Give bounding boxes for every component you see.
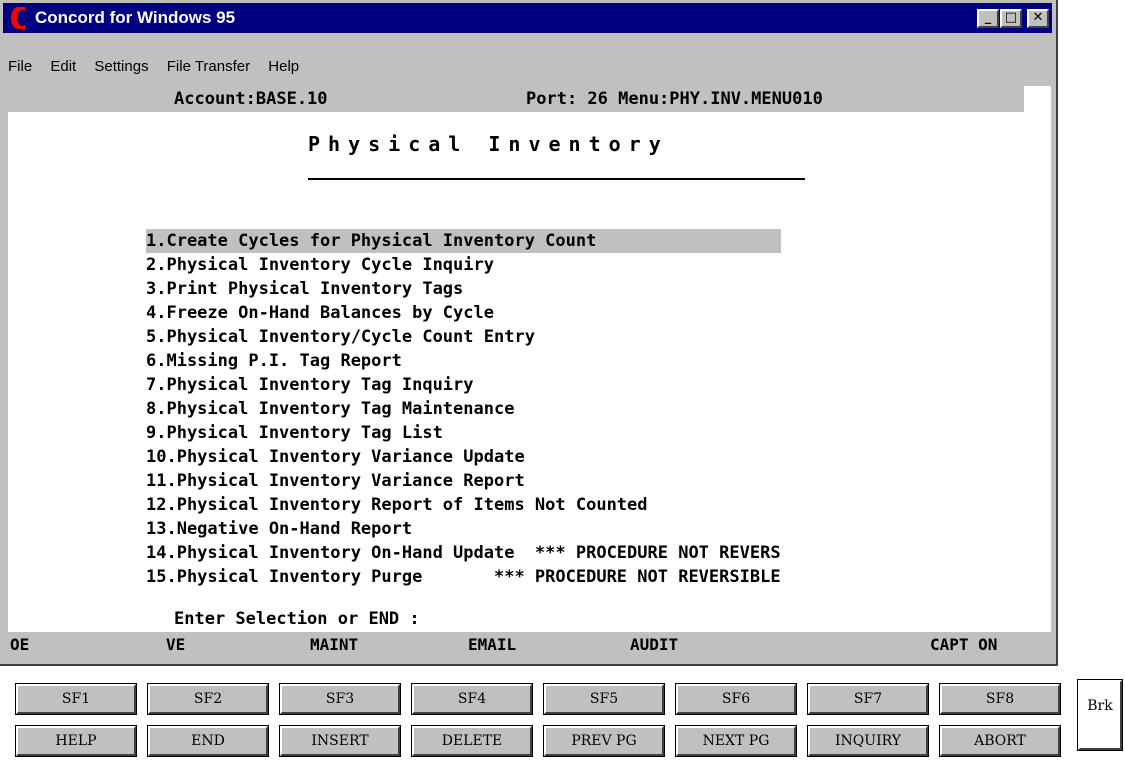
softkey-delete[interactable]: DELETE xyxy=(411,725,533,757)
menu-option-8[interactable]: 8.Physical Inventory Tag Maintenance xyxy=(146,397,781,421)
menu-option-3[interactable]: 3.Print Physical Inventory Tags xyxy=(146,277,781,301)
selection-prompt[interactable]: Enter Selection or END : xyxy=(174,609,420,629)
menu-edit[interactable]: Edit xyxy=(50,58,76,75)
fkey-ve[interactable]: VE xyxy=(166,635,185,654)
softkey-sf2[interactable]: SF2 xyxy=(147,683,269,715)
fkey-email[interactable]: EMAIL xyxy=(468,635,516,654)
softkey-sf7[interactable]: SF7 xyxy=(807,683,929,715)
menu-option-13[interactable]: 13.Negative On-Hand Report xyxy=(146,517,781,541)
maximize-button[interactable]: □ xyxy=(1000,9,1022,28)
menu-bar: File Edit Settings File Transfer Help xyxy=(8,58,313,80)
menu-option-10[interactable]: 10.Physical Inventory Variance Update xyxy=(146,445,781,469)
softkey-help[interactable]: HELP xyxy=(15,725,137,757)
port-menu-label: Port: 26 Menu:PHY.INV.MENU010 xyxy=(526,89,823,109)
menu-option-4[interactable]: 4.Freeze On-Hand Balances by Cycle xyxy=(146,301,781,325)
softkey-sf8[interactable]: SF8 xyxy=(939,683,1061,715)
softkey-sf5[interactable]: SF5 xyxy=(543,683,665,715)
app-icon[interactable] xyxy=(11,7,27,29)
function-key-bar: OE VE MAINT EMAIL AUDIT CAPT ON xyxy=(8,632,1024,658)
fkey-audit[interactable]: AUDIT xyxy=(630,635,678,654)
minimize-button[interactable]: _ xyxy=(977,9,999,28)
menu-list: 1.Create Cycles for Physical Inventory C… xyxy=(146,229,781,589)
softkey-abort[interactable]: ABORT xyxy=(939,725,1061,757)
fkey-capt-on[interactable]: CAPT ON xyxy=(930,635,997,654)
window-title: Concord for Windows 95 xyxy=(35,8,236,27)
title-underline xyxy=(308,178,805,180)
menu-file[interactable]: File xyxy=(8,58,32,75)
menu-option-7[interactable]: 7.Physical Inventory Tag Inquiry xyxy=(146,373,781,397)
close-button[interactable]: ✕ xyxy=(1027,9,1049,28)
softkey-prev-page[interactable]: PREV PG xyxy=(543,725,665,757)
softkey-inquiry[interactable]: INQUIRY xyxy=(807,725,929,757)
application-window: Concord for Windows 95 _ □ ✕ File Edit S… xyxy=(0,0,1058,666)
menu-option-12[interactable]: 12.Physical Inventory Report of Items No… xyxy=(146,493,781,517)
menu-option-14[interactable]: 14.Physical Inventory On-Hand Update ***… xyxy=(146,541,781,565)
header-bar: Account:BASE.10 Port: 26 Menu:PHY.INV.ME… xyxy=(8,86,1024,112)
softkey-sf1[interactable]: SF1 xyxy=(15,683,137,715)
menu-option-2[interactable]: 2.Physical Inventory Cycle Inquiry xyxy=(146,253,781,277)
menu-option-1[interactable]: 1.Create Cycles for Physical Inventory C… xyxy=(146,229,781,253)
menu-help[interactable]: Help xyxy=(268,58,299,75)
menu-file-transfer[interactable]: File Transfer xyxy=(167,58,250,75)
terminal-screen[interactable]: Account:BASE.10 Port: 26 Menu:PHY.INV.ME… xyxy=(8,86,1051,632)
menu-option-9[interactable]: 9.Physical Inventory Tag List xyxy=(146,421,781,445)
softkey-insert[interactable]: INSERT xyxy=(279,725,401,757)
account-label: Account:BASE.10 xyxy=(174,89,328,109)
title-bar[interactable]: Concord for Windows 95 _ □ ✕ xyxy=(3,3,1052,33)
softkey-sf4[interactable]: SF4 xyxy=(411,683,533,715)
fkey-maint[interactable]: MAINT xyxy=(310,635,358,654)
menu-option-6[interactable]: 6.Missing P.I. Tag Report xyxy=(146,349,781,373)
break-button[interactable]: Brk xyxy=(1077,679,1123,751)
fkey-oe[interactable]: OE xyxy=(10,635,29,654)
softkey-end[interactable]: END xyxy=(147,725,269,757)
menu-option-5[interactable]: 5.Physical Inventory/Cycle Count Entry xyxy=(146,325,781,349)
softkey-next-page[interactable]: NEXT PG xyxy=(675,725,797,757)
softkey-panel: SF1 SF2 SF3 SF4 SF5 SF6 SF7 SF8 HELP END… xyxy=(0,672,1125,766)
menu-option-15[interactable]: 15.Physical Inventory Purge *** PROCEDUR… xyxy=(146,565,781,589)
screen-title: Physical Inventory xyxy=(308,132,669,156)
softkey-sf3[interactable]: SF3 xyxy=(279,683,401,715)
menu-settings[interactable]: Settings xyxy=(94,58,148,75)
menu-option-11[interactable]: 11.Physical Inventory Variance Report xyxy=(146,469,781,493)
softkey-sf6[interactable]: SF6 xyxy=(675,683,797,715)
